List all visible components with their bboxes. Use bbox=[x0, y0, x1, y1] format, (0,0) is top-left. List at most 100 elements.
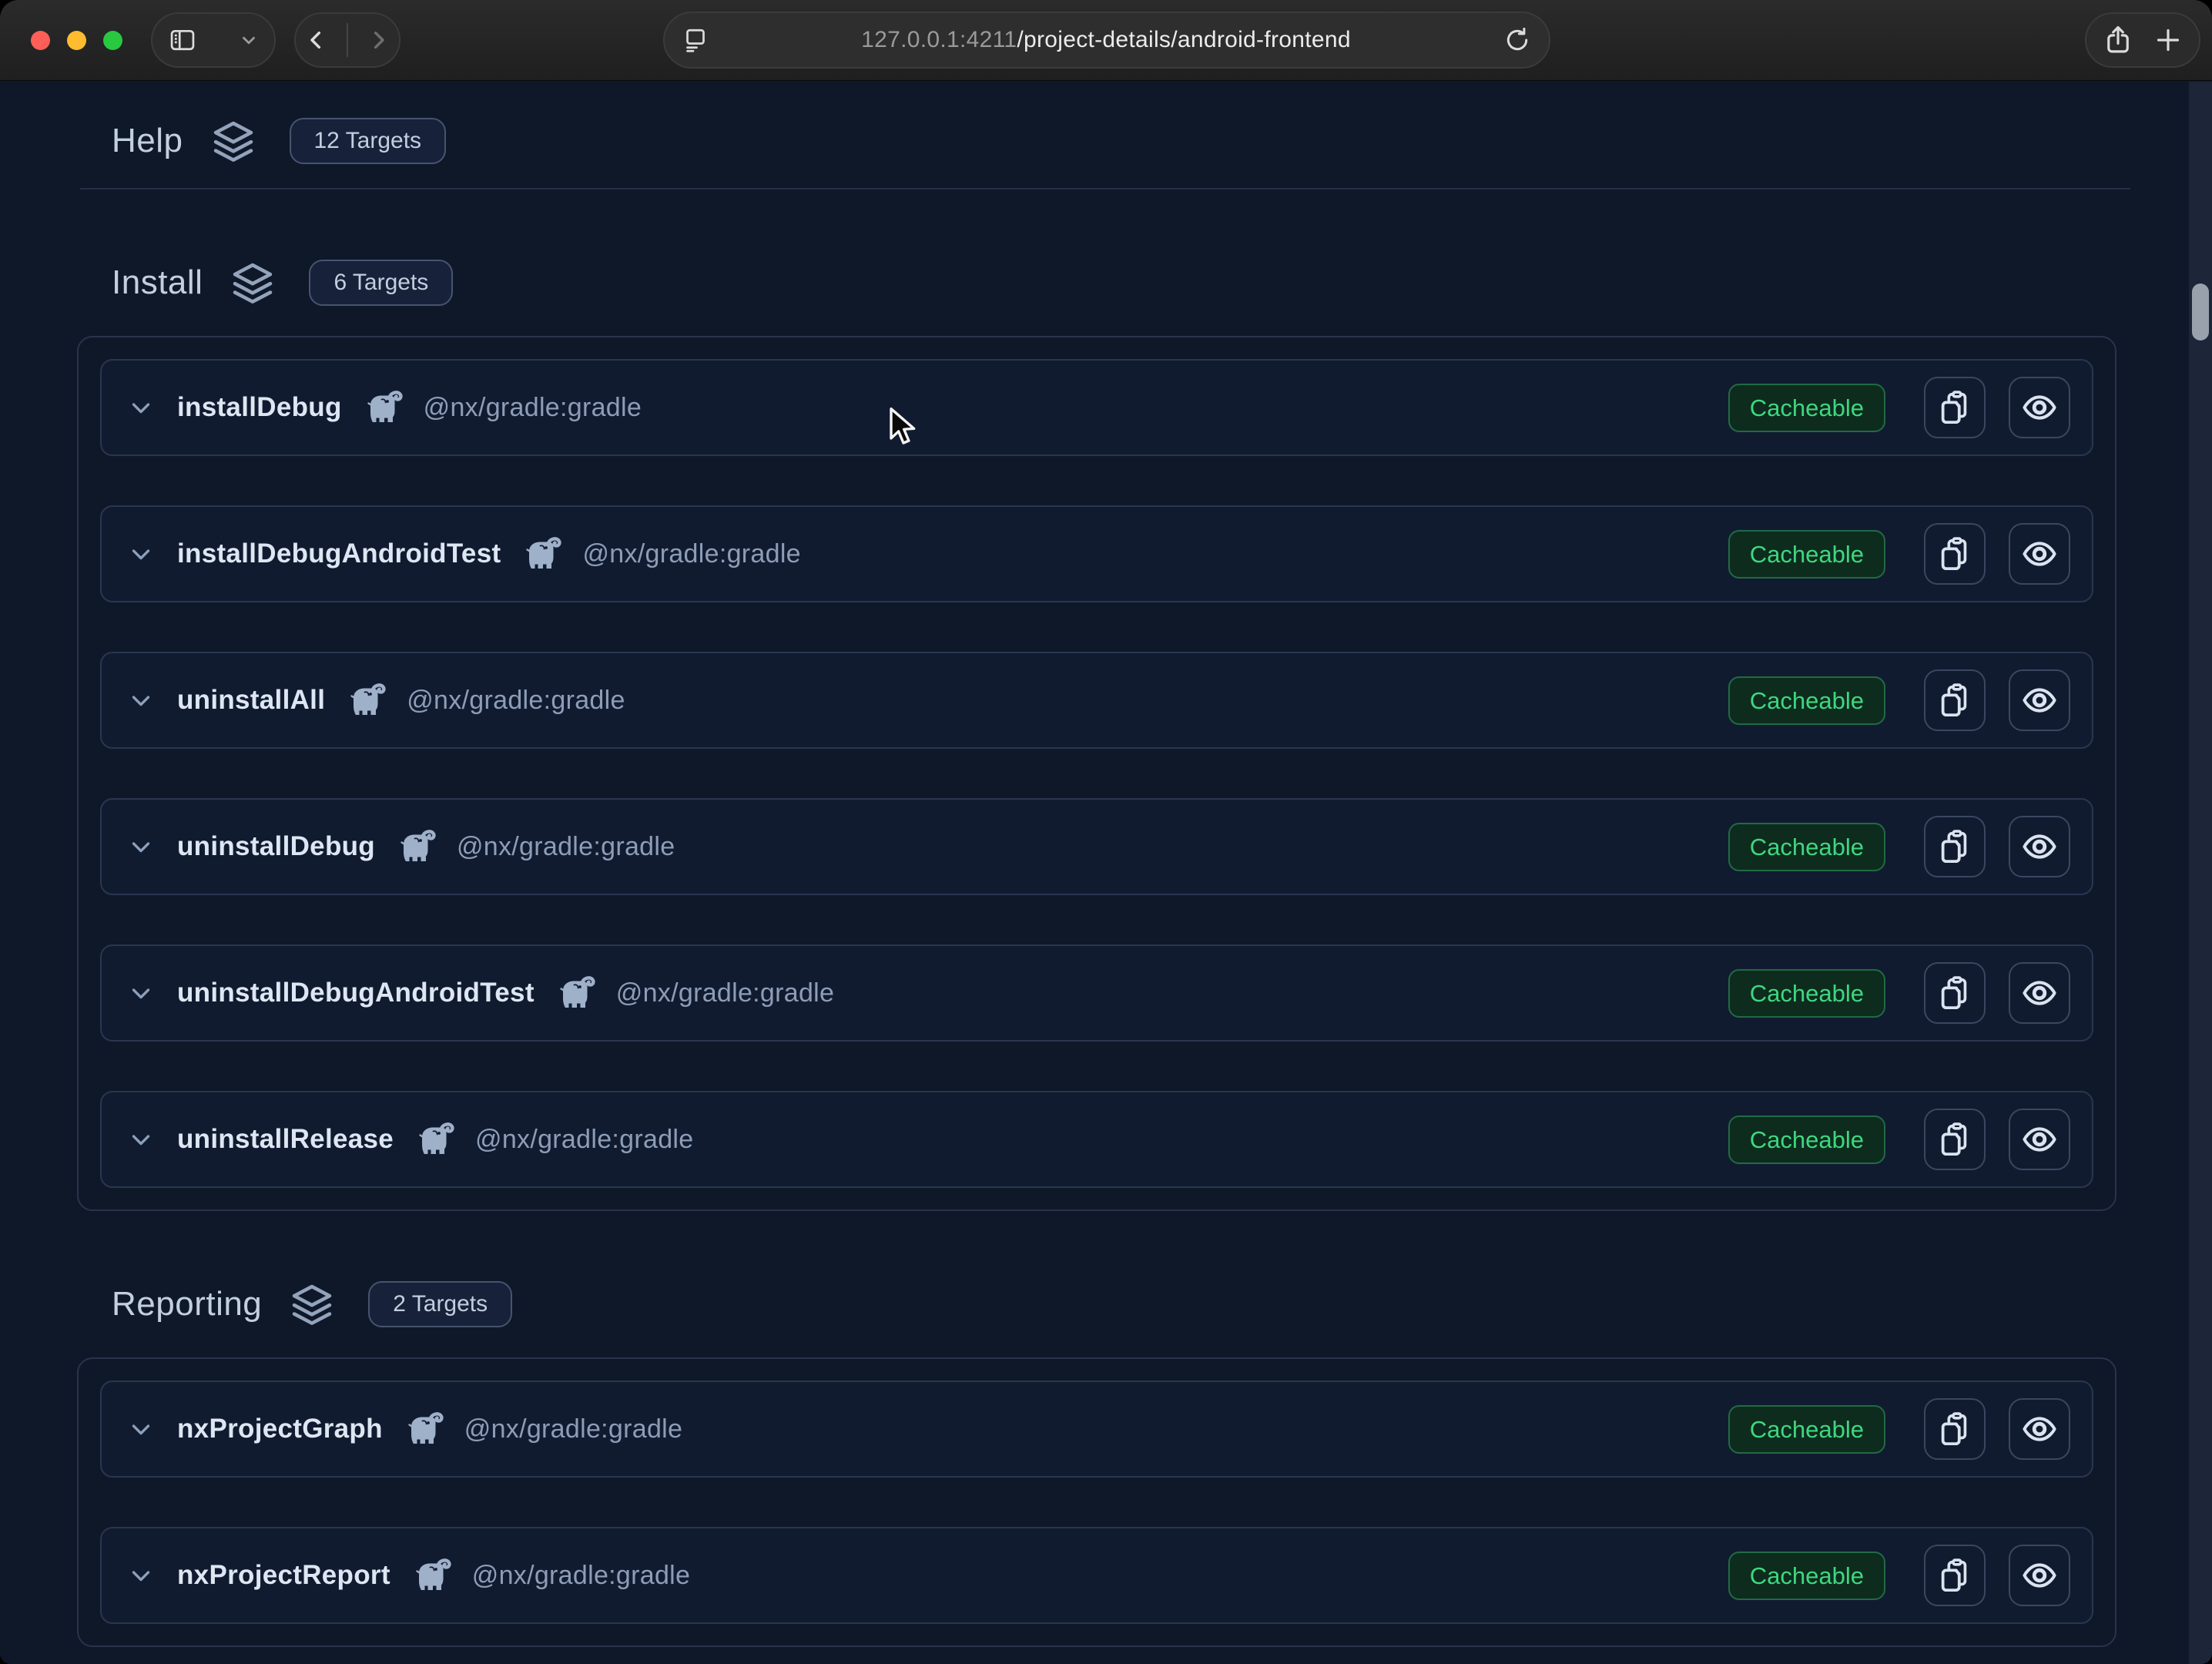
target-executor: @nx/gradle:gradle bbox=[472, 1561, 690, 1591]
eye-button[interactable] bbox=[2009, 523, 2070, 585]
copy-button[interactable] bbox=[1924, 962, 1986, 1024]
copy-button[interactable] bbox=[1924, 1109, 1986, 1170]
reload-button[interactable] bbox=[1503, 25, 1532, 55]
cacheable-badge: Cacheable bbox=[1728, 1552, 1885, 1600]
target-name: installDebug bbox=[177, 392, 342, 423]
target-name: installDebugAndroidTest bbox=[177, 538, 501, 569]
target-row[interactable]: nxProjectReport @nx/gradle:gradle Cachea… bbox=[100, 1527, 2093, 1624]
target-executor: @nx/gradle:gradle bbox=[464, 1414, 682, 1444]
copy-button[interactable] bbox=[1924, 1545, 1986, 1606]
cacheable-badge: Cacheable bbox=[1728, 1405, 1885, 1454]
gradle-elephant-icon bbox=[398, 830, 438, 864]
copy-button[interactable] bbox=[1924, 377, 1986, 438]
cacheable-badge: Cacheable bbox=[1728, 384, 1885, 432]
url-path: /project-details/android-frontend bbox=[1017, 27, 1350, 52]
chevron-down-icon[interactable] bbox=[126, 393, 156, 422]
url-text[interactable]: 127.0.0.1:4211/project-details/android-f… bbox=[709, 27, 1503, 53]
section-title: Install bbox=[112, 263, 203, 302]
targets-container: nxProjectGraph @nx/gradle:gradle Cacheab… bbox=[77, 1357, 2116, 1647]
cacheable-badge: Cacheable bbox=[1728, 969, 1885, 1018]
chevron-down-icon[interactable] bbox=[239, 30, 259, 50]
scrollbar-thumb[interactable] bbox=[2192, 283, 2209, 341]
nav-divider bbox=[347, 23, 348, 57]
target-group-section: Help 12 Targets bbox=[0, 114, 2212, 190]
close-window-button[interactable] bbox=[31, 31, 50, 50]
gradle-elephant-icon bbox=[348, 683, 388, 717]
chevron-down-icon[interactable] bbox=[126, 539, 156, 569]
target-name: uninstallAll bbox=[177, 685, 325, 716]
eye-button[interactable] bbox=[2009, 1109, 2070, 1170]
address-bar[interactable]: 127.0.0.1:4211/project-details/android-f… bbox=[663, 12, 1550, 69]
target-name: uninstallDebugAndroidTest bbox=[177, 978, 535, 1008]
eye-button[interactable] bbox=[2009, 816, 2070, 877]
browser-window: 127.0.0.1:4211/project-details/android-f… bbox=[0, 0, 2212, 1664]
eye-button[interactable] bbox=[2009, 962, 2070, 1024]
layers-icon bbox=[290, 1282, 334, 1327]
target-row[interactable]: uninstallRelease @nx/gradle:gradle Cache… bbox=[100, 1091, 2093, 1188]
target-executor: @nx/gradle:gradle bbox=[616, 978, 834, 1008]
section-title: Reporting bbox=[112, 1285, 262, 1323]
copy-button[interactable] bbox=[1924, 669, 1986, 731]
gradle-elephant-icon bbox=[417, 1122, 457, 1156]
share-icon[interactable] bbox=[2102, 24, 2134, 56]
gradle-elephant-icon bbox=[524, 537, 564, 571]
zoom-window-button[interactable] bbox=[103, 31, 122, 50]
target-group-section: Install 6 Targets installDebug bbox=[0, 256, 2212, 1211]
page-settings-icon[interactable] bbox=[682, 26, 709, 54]
chevron-down-icon[interactable] bbox=[126, 686, 156, 715]
sidebar-toggle-group bbox=[151, 12, 276, 68]
target-executor: @nx/gradle:gradle bbox=[457, 832, 675, 862]
section-heading: Install 6 Targets bbox=[112, 256, 2212, 310]
eye-button[interactable] bbox=[2009, 1398, 2070, 1460]
cacheable-badge: Cacheable bbox=[1728, 823, 1885, 871]
target-row[interactable]: uninstallDebug @nx/gradle:gradle Cacheab… bbox=[100, 798, 2093, 895]
chevron-down-icon[interactable] bbox=[126, 1414, 156, 1444]
target-row[interactable]: installDebugAndroidTest @nx/gradle:gradl… bbox=[100, 505, 2093, 602]
chevron-down-icon[interactable] bbox=[126, 978, 156, 1008]
target-executor: @nx/gradle:gradle bbox=[407, 686, 625, 716]
target-row[interactable]: installDebug @nx/gradle:gradle Cacheable bbox=[100, 359, 2093, 456]
cacheable-badge: Cacheable bbox=[1728, 676, 1885, 725]
section-heading: Help 12 Targets bbox=[112, 114, 2212, 168]
eye-button[interactable] bbox=[2009, 1545, 2070, 1606]
copy-button[interactable] bbox=[1924, 523, 1986, 585]
target-row[interactable]: uninstallAll @nx/gradle:gradle Cacheable bbox=[100, 652, 2093, 749]
eye-button[interactable] bbox=[2009, 669, 2070, 731]
gradle-elephant-icon bbox=[365, 391, 405, 424]
toolbar-right-group bbox=[2085, 12, 2200, 68]
traffic-lights bbox=[31, 31, 122, 50]
forward-button[interactable] bbox=[366, 28, 390, 52]
gradle-elephant-icon bbox=[406, 1412, 446, 1446]
section-divider bbox=[80, 188, 2130, 190]
sidebar-icon[interactable] bbox=[168, 25, 197, 55]
target-name: nxProjectGraph bbox=[177, 1414, 383, 1444]
target-row[interactable]: uninstallDebugAndroidTest @nx/gradle:gra… bbox=[100, 944, 2093, 1042]
back-button[interactable] bbox=[304, 28, 329, 52]
scrollbar-track[interactable] bbox=[2189, 82, 2212, 1664]
section-heading: Reporting 2 Targets bbox=[112, 1277, 2212, 1331]
targets-count-badge: 2 Targets bbox=[368, 1281, 512, 1327]
target-name: uninstallDebug bbox=[177, 831, 375, 862]
cacheable-badge: Cacheable bbox=[1728, 530, 1885, 579]
chevron-down-icon[interactable] bbox=[126, 832, 156, 861]
minimize-window-button[interactable] bbox=[67, 31, 86, 50]
target-group-section: Reporting 2 Targets nxProjectGraph bbox=[0, 1277, 2212, 1647]
new-tab-icon[interactable] bbox=[2153, 25, 2184, 55]
browser-toolbar: 127.0.0.1:4211/project-details/android-f… bbox=[0, 0, 2212, 81]
targets-count-badge: 12 Targets bbox=[290, 118, 447, 164]
eye-button[interactable] bbox=[2009, 377, 2070, 438]
project-details-page: Help 12 Targets Install 6 bbox=[0, 82, 2212, 1664]
chevron-down-icon[interactable] bbox=[126, 1125, 156, 1154]
navigation-group bbox=[294, 12, 401, 68]
target-name: nxProjectReport bbox=[177, 1560, 390, 1591]
chevron-down-icon[interactable] bbox=[126, 1561, 156, 1590]
gradle-elephant-icon bbox=[558, 976, 598, 1010]
target-executor: @nx/gradle:gradle bbox=[424, 393, 642, 423]
target-row[interactable]: nxProjectGraph @nx/gradle:gradle Cacheab… bbox=[100, 1381, 2093, 1478]
section-title: Help bbox=[112, 122, 183, 160]
cacheable-badge: Cacheable bbox=[1728, 1115, 1885, 1164]
target-executor: @nx/gradle:gradle bbox=[582, 539, 800, 569]
copy-button[interactable] bbox=[1924, 1398, 1986, 1460]
target-executor: @nx/gradle:gradle bbox=[475, 1125, 693, 1155]
copy-button[interactable] bbox=[1924, 816, 1986, 877]
